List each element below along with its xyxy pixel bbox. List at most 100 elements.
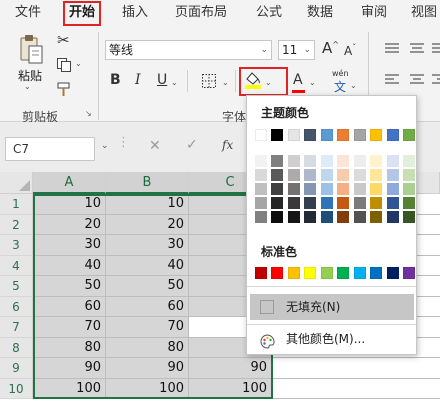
font-color-dropdown-icon[interactable]: ⌄ — [309, 78, 316, 87]
theme-shade-swatch[interactable] — [271, 169, 283, 181]
tab-6[interactable]: 审阅 — [361, 3, 387, 23]
theme-shade-swatch[interactable] — [354, 169, 366, 181]
cell-c9[interactable]: 90 — [189, 358, 272, 379]
theme-shade-swatch[interactable] — [304, 211, 316, 223]
border-icon[interactable] — [202, 74, 216, 88]
cell-b8[interactable]: 80 — [106, 337, 189, 358]
theme-color-swatch[interactable] — [271, 129, 283, 141]
shrink-font-icon[interactable]: Aˇ — [344, 44, 356, 58]
theme-shade-swatch[interactable] — [271, 155, 283, 167]
theme-shade-swatch[interactable] — [271, 183, 283, 195]
cell-b1[interactable]: 10 — [106, 194, 189, 215]
enter-icon[interactable]: ✓ — [186, 137, 198, 153]
theme-shade-swatch[interactable] — [288, 197, 300, 209]
tab-0[interactable]: 文件 — [15, 3, 41, 23]
theme-shade-swatch[interactable] — [370, 183, 382, 195]
cell-d10[interactable] — [272, 378, 440, 399]
cell-b7[interactable]: 70 — [106, 317, 189, 338]
bold-button[interactable]: B — [110, 73, 121, 87]
border-dropdown-icon[interactable]: ⌄ — [222, 78, 229, 87]
theme-shade-swatch[interactable] — [321, 197, 333, 209]
cell-b4[interactable]: 40 — [106, 255, 189, 276]
theme-color-swatch[interactable] — [370, 129, 382, 141]
tab-3[interactable]: 页面布局 — [175, 3, 227, 23]
column-header-a[interactable]: A — [33, 172, 106, 194]
cell-a8[interactable]: 80 — [33, 337, 106, 358]
cell-b6[interactable]: 60 — [106, 296, 189, 317]
cell-b2[interactable]: 20 — [106, 214, 189, 235]
align-left-icon[interactable] — [384, 74, 400, 88]
theme-shade-swatch[interactable] — [321, 211, 333, 223]
underline-dropdown-icon[interactable]: ⌄ — [171, 78, 178, 87]
theme-shade-swatch[interactable] — [403, 183, 415, 195]
theme-shade-swatch[interactable] — [304, 197, 316, 209]
theme-shade-swatch[interactable] — [370, 155, 382, 167]
theme-shade-swatch[interactable] — [387, 197, 399, 209]
theme-shade-swatch[interactable] — [403, 211, 415, 223]
cell-a2[interactable]: 20 — [33, 214, 106, 235]
theme-shade-swatch[interactable] — [271, 211, 283, 223]
copy-icon[interactable] — [56, 57, 72, 73]
cell-d9[interactable] — [272, 358, 440, 379]
align-right-icon[interactable] — [431, 74, 440, 88]
clipboard-launcher-icon[interactable]: ↘ — [85, 110, 92, 118]
theme-shade-swatch[interactable] — [304, 169, 316, 181]
theme-shade-swatch[interactable] — [387, 183, 399, 195]
row-header[interactable]: 4 — [0, 255, 33, 276]
theme-shade-swatch[interactable] — [387, 169, 399, 181]
cell-c10[interactable]: 100 — [189, 378, 272, 399]
theme-shade-swatch[interactable] — [255, 155, 267, 167]
row-header[interactable]: 9 — [0, 358, 33, 379]
name-box[interactable]: C7 — [5, 137, 95, 161]
font-size-combo[interactable]: 11 ⌄ — [278, 40, 315, 60]
theme-shade-swatch[interactable] — [337, 169, 349, 181]
copy-dropdown-icon[interactable]: ⌄ — [75, 59, 82, 68]
theme-shade-swatch[interactable] — [337, 197, 349, 209]
theme-shade-swatch[interactable] — [370, 197, 382, 209]
theme-shade-swatch[interactable] — [255, 197, 267, 209]
paste-icon[interactable] — [18, 34, 44, 66]
standard-color-swatch[interactable] — [387, 267, 399, 279]
chevron-down-icon[interactable]: ⌄ — [303, 41, 311, 59]
tab-5[interactable]: 数据 — [307, 3, 333, 23]
theme-shade-swatch[interactable] — [354, 211, 366, 223]
theme-color-swatch[interactable] — [354, 129, 366, 141]
standard-color-swatch[interactable] — [354, 267, 366, 279]
theme-shade-swatch[interactable] — [354, 183, 366, 195]
cell-b9[interactable]: 90 — [106, 358, 189, 379]
theme-shade-swatch[interactable] — [403, 169, 415, 181]
theme-shade-swatch[interactable] — [321, 155, 333, 167]
row-header[interactable]: 10 — [0, 378, 33, 399]
theme-shade-swatch[interactable] — [288, 169, 300, 181]
theme-shade-swatch[interactable] — [321, 183, 333, 195]
theme-shade-swatch[interactable] — [288, 183, 300, 195]
theme-shade-swatch[interactable] — [255, 211, 267, 223]
cell-b10[interactable]: 100 — [106, 378, 189, 399]
theme-shade-swatch[interactable] — [255, 169, 267, 181]
cell-a7[interactable]: 70 — [33, 317, 106, 338]
row-header[interactable]: 5 — [0, 276, 33, 297]
theme-shade-swatch[interactable] — [370, 211, 382, 223]
theme-shade-swatch[interactable] — [354, 155, 366, 167]
cell-a4[interactable]: 40 — [33, 255, 106, 276]
cell-a1[interactable]: 10 — [33, 194, 106, 215]
theme-shade-swatch[interactable] — [387, 211, 399, 223]
row-header[interactable]: 2 — [0, 214, 33, 235]
theme-shade-swatch[interactable] — [304, 183, 316, 195]
cancel-icon[interactable]: ✕ — [149, 138, 161, 154]
italic-button[interactable]: I — [135, 73, 141, 87]
theme-color-swatch[interactable] — [304, 129, 316, 141]
font-color-icon[interactable]: A — [293, 73, 303, 87]
standard-color-swatch[interactable] — [337, 267, 349, 279]
cell-b5[interactable]: 50 — [106, 276, 189, 297]
row-header[interactable]: 1 — [0, 194, 33, 215]
cell-a5[interactable]: 50 — [33, 276, 106, 297]
align-middle-icon[interactable] — [409, 43, 425, 57]
grow-font-icon[interactable]: A^ — [322, 41, 339, 56]
theme-shade-swatch[interactable] — [354, 197, 366, 209]
theme-shade-swatch[interactable] — [337, 155, 349, 167]
phonetic-guide-icon[interactable]: 文 — [334, 78, 346, 95]
theme-shade-swatch[interactable] — [403, 197, 415, 209]
standard-color-swatch[interactable] — [321, 267, 333, 279]
row-header[interactable]: 7 — [0, 317, 33, 338]
